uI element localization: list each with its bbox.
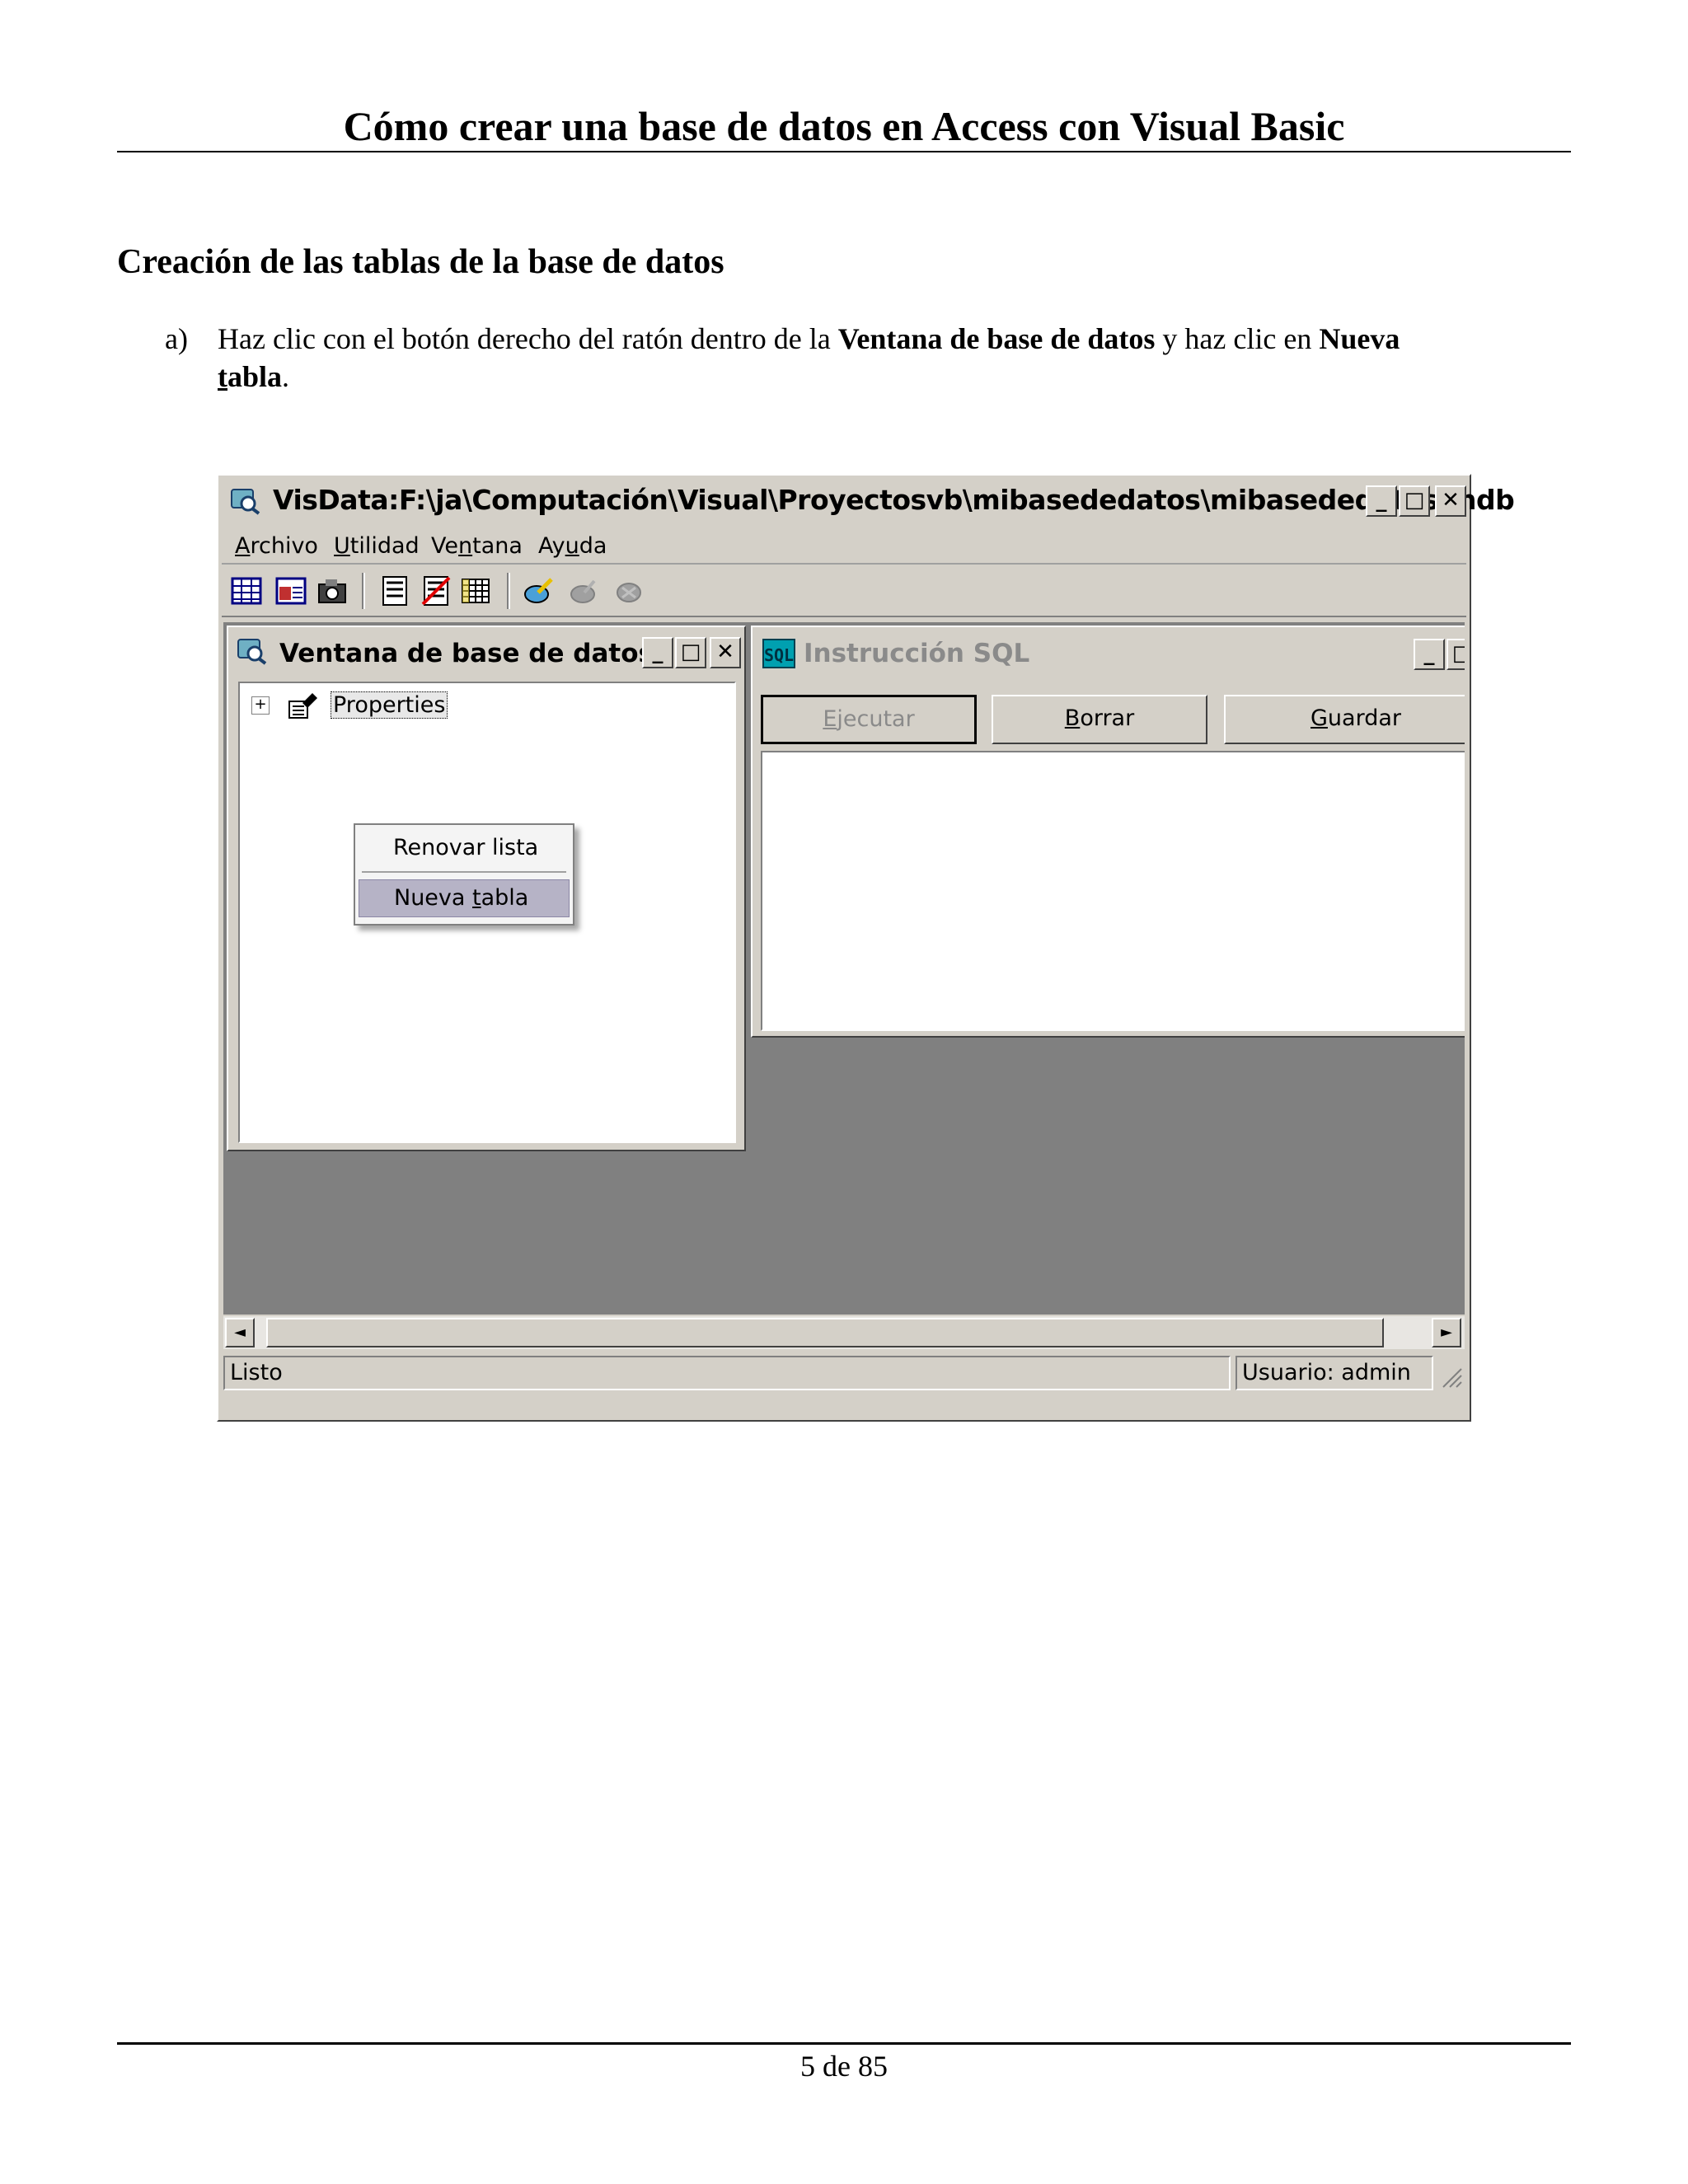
- toolbar: [222, 566, 1466, 617]
- context-separator: [362, 871, 566, 873]
- menu-ayuda-label: da: [579, 533, 607, 559]
- context-nueva-tabla[interactable]: Nueva tabla: [359, 879, 570, 917]
- context-nueva-tabla-rest: abla: [481, 885, 529, 911]
- section-title: Creación de las tablas de la base de dat…: [117, 243, 724, 281]
- step-text-2: y haz clic en: [1155, 322, 1320, 355]
- menu-bar: Archivo Utilidad Ventana Ayuda: [222, 527, 1466, 565]
- status-bar: Listo Usuario: admin: [223, 1352, 1465, 1392]
- status-text: Listo: [223, 1356, 1231, 1390]
- ejecutar-label: jecutar: [837, 706, 915, 732]
- menu-archivo-label: rchivo: [250, 533, 318, 559]
- sql-text-area[interactable]: [761, 751, 1465, 1031]
- toolbar-separator-2: [507, 573, 510, 609]
- menu-utilidad[interactable]: Utilidad: [334, 533, 420, 559]
- db-maximize-button[interactable]: □: [675, 637, 706, 668]
- page-number: 5 de 85: [800, 2050, 888, 2083]
- form-control-icon[interactable]: [378, 574, 411, 607]
- app-minimize-button[interactable]: _: [1366, 485, 1397, 517]
- step-text-1: Haz clic con el botón derecho del ratón …: [218, 322, 838, 355]
- sql-icon: SQL: [762, 639, 795, 668]
- scroll-left-arrow-icon[interactable]: ◄: [225, 1318, 255, 1347]
- step-text: Haz clic con el botón derecho del ratón …: [218, 320, 1571, 396]
- begin-transaction-icon[interactable]: [522, 574, 555, 607]
- ejecutar-button[interactable]: Ejecutar: [761, 695, 977, 744]
- borrar-mnemonic: B: [1064, 705, 1081, 731]
- borrar-label: orrar: [1080, 705, 1135, 731]
- guardar-button[interactable]: Guardar: [1224, 695, 1465, 744]
- dynaset-view-icon[interactable]: [274, 574, 307, 607]
- database-window-icon: [237, 639, 267, 665]
- sql-icon-text: SQL: [764, 645, 794, 665]
- step-bold-2b-underline: t: [218, 360, 227, 393]
- sql-window-title-bar[interactable]: SQL Instrucción SQL _ □: [756, 630, 1465, 677]
- status-user: Usuario: admin: [1236, 1356, 1433, 1390]
- db-minimize-button[interactable]: _: [642, 637, 673, 668]
- app-title-bar[interactable]: VisData:F:\ja\Computación\Visual\Proyect…: [222, 479, 1515, 522]
- step-marker: a): [165, 322, 188, 355]
- horizontal-scrollbar[interactable]: ◄ ►: [223, 1315, 1465, 1349]
- context-nueva-tabla-pre: Nueva: [394, 885, 473, 911]
- context-menu: Renovar lista Nueva tabla: [354, 823, 574, 926]
- snapshot-camera-icon[interactable]: [316, 574, 349, 607]
- rollback-transaction-icon[interactable]: [612, 574, 645, 607]
- menu-ventana[interactable]: Ventana: [431, 533, 523, 559]
- menu-utilidad-label: tilidad: [349, 533, 420, 559]
- ejecutar-mnemonic: E: [823, 706, 837, 732]
- menu-ayuda-mnemonic: u: [565, 533, 579, 559]
- footer-rule: [117, 2042, 1571, 2045]
- step-bold-2b: tabla: [218, 360, 282, 393]
- resize-grip-icon[interactable]: [1438, 1364, 1463, 1389]
- app-title: VisData:F:\ja\Computación\Visual\Proyect…: [273, 484, 1515, 516]
- menu-archivo-mnemonic: A: [235, 533, 251, 559]
- scroll-thumb[interactable]: [266, 1318, 1384, 1347]
- step-text-3: .: [282, 360, 290, 393]
- db-close-button[interactable]: ✕: [710, 637, 741, 668]
- visdata-app-icon: [231, 489, 260, 515]
- menu-ventana-mnemonic: n: [458, 533, 473, 559]
- visdata-window: VisData:F:\ja\Computación\Visual\Proyect…: [217, 474, 1515, 1422]
- tree-expand-icon[interactable]: +: [251, 696, 270, 715]
- header-rule: [117, 151, 1571, 152]
- table-view-icon[interactable]: [230, 574, 263, 607]
- sql-window: SQL Instrucción SQL _ □ Ejecutar Borrar …: [751, 626, 1465, 1038]
- scroll-right-arrow-icon[interactable]: ►: [1432, 1318, 1461, 1347]
- borrar-button[interactable]: Borrar: [992, 695, 1207, 744]
- database-tree[interactable]: + Properties Renovar lista Nueva tabla: [238, 682, 736, 1143]
- menu-utilidad-mnemonic: U: [334, 533, 350, 559]
- mdi-workspace: Ventana de base de datos _ □ ✕ + Propert…: [223, 622, 1465, 1315]
- menu-ayuda[interactable]: Ayuda: [538, 533, 607, 559]
- form-no-control-icon[interactable]: [420, 574, 452, 607]
- step-bold-1: Ventana de base de datos: [837, 322, 1156, 355]
- grid-icon[interactable]: [459, 574, 492, 607]
- menu-ayuda-pre: Ay: [538, 533, 565, 559]
- guardar-label: uardar: [1327, 705, 1401, 731]
- menu-archivo[interactable]: Archivo: [235, 533, 318, 559]
- context-nueva-tabla-mnemonic: t: [472, 885, 481, 911]
- database-window: Ventana de base de datos _ □ ✕ + Propert…: [227, 626, 746, 1151]
- database-window-title: Ventana de base de datos: [279, 639, 654, 668]
- commit-transaction-icon[interactable]: [568, 574, 601, 607]
- sql-minimize-button[interactable]: _: [1414, 639, 1445, 670]
- app-close-button[interactable]: ✕: [1435, 485, 1466, 517]
- properties-icon: [288, 693, 317, 719]
- tree-label-properties[interactable]: Properties: [331, 691, 448, 719]
- menu-ventana-pre: Ve: [431, 533, 458, 559]
- app-maximize-button[interactable]: □: [1399, 485, 1430, 517]
- sql-window-title: Instrucción SQL: [804, 639, 1030, 668]
- guardar-mnemonic: G: [1310, 705, 1328, 731]
- context-renovar-lista[interactable]: Renovar lista: [359, 830, 570, 866]
- sql-maximize-button[interactable]: □: [1447, 639, 1465, 670]
- menu-ventana-label: tana: [472, 533, 523, 559]
- database-window-title-bar[interactable]: Ventana de base de datos _ □ ✕: [232, 630, 741, 677]
- step-bold-2b-rest: abla: [227, 360, 283, 393]
- step-a: a) Haz clic con el botón derecho del rat…: [165, 320, 1571, 396]
- toolbar-separator: [362, 573, 365, 609]
- document-header: Cómo crear una base de datos en Access c…: [343, 103, 1345, 149]
- step-bold-2a: Nueva: [1319, 322, 1400, 355]
